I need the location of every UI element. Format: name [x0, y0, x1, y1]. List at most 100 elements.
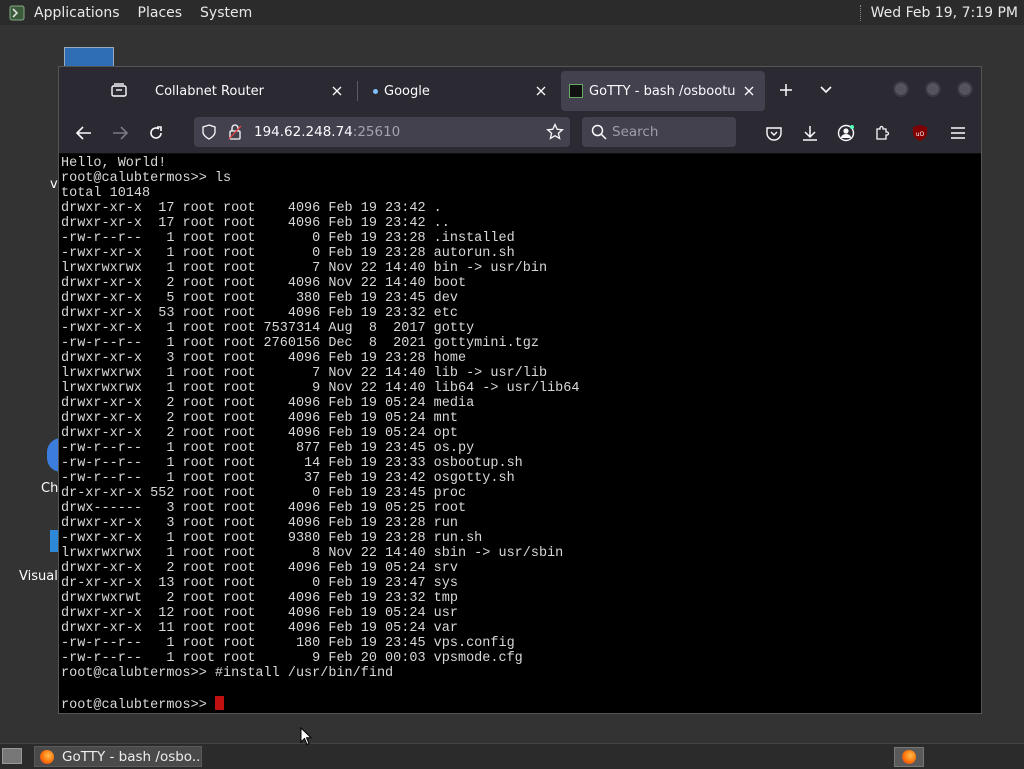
url-bar[interactable]: 194.62.248.74:25610 — [194, 117, 570, 147]
close-icon[interactable] — [533, 83, 549, 99]
terminal-line: drwxr-xr-x 53 root root 4096 Feb 19 23:3… — [61, 306, 458, 321]
terminal-line: drwx------ 3 root root 4096 Feb 19 05:25… — [61, 501, 467, 516]
terminal-line: -rw-r--r-- 1 root root 0 Feb 19 23:28 .i… — [61, 231, 515, 246]
terminal-line: -rw-r--r-- 1 root root 9 Feb 20 00:03 vp… — [61, 651, 523, 666]
terminal-line: Hello, World! — [61, 156, 167, 171]
shield-icon[interactable] — [202, 124, 216, 144]
panel-clock[interactable]: Wed Feb 19, 7:19 PM — [871, 5, 1018, 21]
tab-bar: Collabnet Router Google GoTTY - bash /os… — [59, 67, 981, 113]
show-desktop-icon[interactable] — [2, 748, 22, 764]
terminal-line: dr-xr-xr-x 552 root root 0 Feb 19 23:45 … — [61, 486, 467, 501]
search-bar[interactable]: Search — [582, 117, 736, 147]
terminal-line: total 10148 — [61, 186, 151, 201]
terminal-line: drwxr-xr-x 5 root root 380 Feb 19 23:45 … — [61, 291, 458, 306]
back-arrow-icon[interactable] — [72, 121, 96, 145]
workspace-switcher[interactable] — [894, 747, 924, 767]
attention-dot-icon — [373, 88, 378, 94]
tab-separator — [357, 81, 358, 101]
terminal-line: lrwxrwxrwx 1 root root 9 Nov 22 14:40 li… — [61, 381, 580, 396]
close-icon[interactable] — [741, 83, 757, 99]
terminal-line: drwxrwxrwt 2 root root 4096 Feb 19 23:32… — [61, 591, 458, 606]
panel-separator — [859, 4, 863, 21]
insecure-lock-icon[interactable] — [228, 124, 242, 144]
terminal-line: drwxr-xr-x 2 root root 4096 Feb 19 05:24… — [61, 396, 475, 411]
extensions-puzzle-icon[interactable] — [870, 121, 894, 145]
terminal-line: lrwxrwxrwx 1 root root 7 Nov 22 14:40 bi… — [61, 261, 548, 276]
terminal-prompt-line[interactable]: root@calubtermos>> — [61, 696, 579, 713]
firefox-icon — [40, 749, 54, 764]
url-text[interactable]: 194.62.248.74:25610 — [254, 124, 400, 140]
terminal-line: -rw-r--r-- 1 root root 180 Feb 19 23:45 … — [61, 636, 515, 651]
terminal-line: -rw-r--r-- 1 root root 14 Feb 19 23:33 o… — [61, 456, 523, 471]
terminal-content[interactable]: Hello, World! root@calubtermos>> ls total … — [59, 154, 981, 713]
terminal-line: -rw-r--r-- 1 root root 877 Feb 19 23:45 … — [61, 441, 475, 456]
maximize-button[interactable] — [925, 81, 941, 97]
taskbar-item-firefox[interactable]: GoTTY - bash /osbo... — [34, 746, 202, 767]
terminal-icon — [569, 84, 583, 98]
tab-gotty[interactable]: GoTTY - bash /osbootup.sh — [561, 71, 765, 111]
tab-google[interactable]: Google — [361, 71, 557, 111]
hamburger-menu-icon[interactable] — [946, 121, 970, 145]
firefox-view-icon[interactable] — [109, 81, 129, 99]
tab-collabnet-router[interactable]: Collabnet Router — [143, 71, 353, 111]
chevron-down-icon[interactable] — [815, 79, 837, 101]
download-icon[interactable] — [798, 121, 822, 145]
terminal-line: drwxr-xr-x 3 root root 4096 Feb 19 23:28… — [61, 351, 467, 366]
search-placeholder: Search — [612, 124, 659, 140]
terminal-line: lrwxrwxrwx 1 root root 7 Nov 22 14:40 li… — [61, 366, 548, 381]
terminal-line: dr-xr-xr-x 13 root root 0 Feb 19 23:47 s… — [61, 576, 458, 591]
terminal-line: -rw-r--r-- 1 root root 2760156 Dec 8 202… — [61, 336, 539, 351]
bookmark-star-icon[interactable] — [546, 122, 564, 145]
terminal-line: drwxr-xr-x 2 root root 4096 Nov 22 14:40… — [61, 276, 467, 291]
terminal-output: Hello, World! root@calubtermos>> ls total … — [61, 156, 580, 713]
tab-label: Google — [384, 83, 430, 99]
terminal-line: root@calubtermos>> #install /usr/bin/fin… — [61, 666, 394, 681]
top-panel: Applications Places System Wed Feb 19, 7… — [0, 0, 1024, 25]
new-tab-plus-icon[interactable] — [775, 79, 797, 101]
svg-text:uO: uO — [916, 131, 925, 138]
reload-icon[interactable] — [144, 121, 168, 145]
terminal-line: -rwxr-xr-x 1 root root 0 Feb 19 23:28 au… — [61, 246, 515, 261]
terminal-prompt: root@calubtermos>> — [61, 698, 215, 713]
terminal-line: -rwxr-xr-x 1 root root 9380 Feb 19 23:28… — [61, 531, 483, 546]
terminal-line: drwxr-xr-x 11 root root 4096 Feb 19 05:2… — [61, 621, 458, 636]
url-port: :25610 — [352, 124, 401, 140]
ublock-origin-icon[interactable]: uO — [908, 121, 932, 145]
applications-menu[interactable]: Applications — [34, 5, 120, 21]
terminal-line: drwxr-xr-x 17 root root 4096 Feb 19 23:4… — [61, 216, 450, 231]
mouse-pointer-icon — [300, 726, 313, 750]
forward-arrow-icon[interactable] — [108, 121, 132, 145]
terminal-cursor — [214, 696, 224, 710]
tab-label: Collabnet Router — [155, 83, 265, 99]
close-window-button[interactable] — [957, 81, 973, 97]
desktop-icon-label: Visual — [19, 569, 58, 584]
system-menu[interactable]: System — [200, 5, 252, 21]
taskbar-item-label: GoTTY - bash /osbo... — [62, 748, 202, 765]
terminal-line: drwxr-xr-x 12 root root 4096 Feb 19 05:2… — [61, 606, 458, 621]
terminal-line: -rwxr-xr-x 1 root root 7537314 Aug 8 201… — [61, 321, 475, 336]
search-icon — [591, 124, 607, 144]
desktop-icon-label: Ch — [41, 481, 59, 496]
system-menu-icon[interactable] — [8, 4, 26, 22]
terminal-line: drwxr-xr-x 2 root root 4096 Feb 19 05:24… — [61, 411, 458, 426]
tab-label: GoTTY - bash /osbootup.sh — [589, 83, 735, 99]
minimize-button[interactable] — [893, 81, 909, 97]
terminal-line: drwxr-xr-x 2 root root 4096 Feb 19 05:24… — [61, 426, 458, 441]
bottom-panel: GoTTY - bash /osbo... — [0, 743, 1024, 769]
desktop-icon-label: v — [50, 177, 58, 192]
firefox-icon — [902, 750, 916, 764]
terminal-line: drwxr-xr-x 2 root root 4096 Feb 19 05:24… — [61, 561, 458, 576]
terminal-line: root@calubtermos>> ls — [61, 171, 232, 186]
terminal-line: drwxr-xr-x 17 root root 4096 Feb 19 23:4… — [61, 201, 442, 216]
terminal-line: drwxr-xr-x 3 root root 4096 Feb 19 23:28… — [61, 516, 458, 531]
terminal-line: -rw-r--r-- 1 root root 37 Feb 19 23:42 o… — [61, 471, 515, 486]
close-icon[interactable] — [329, 83, 345, 99]
account-icon[interactable] — [834, 121, 858, 145]
navigation-toolbar: 194.62.248.74:25610 Search uO — [59, 113, 981, 154]
places-menu[interactable]: Places — [138, 5, 183, 21]
browser-window: Collabnet Router Google GoTTY - bash /os… — [58, 66, 982, 714]
url-host: 194.62.248.74 — [254, 124, 353, 140]
pocket-icon[interactable] — [762, 121, 786, 145]
terminal-line: lrwxrwxrwx 1 root root 8 Nov 22 14:40 sb… — [61, 546, 564, 561]
